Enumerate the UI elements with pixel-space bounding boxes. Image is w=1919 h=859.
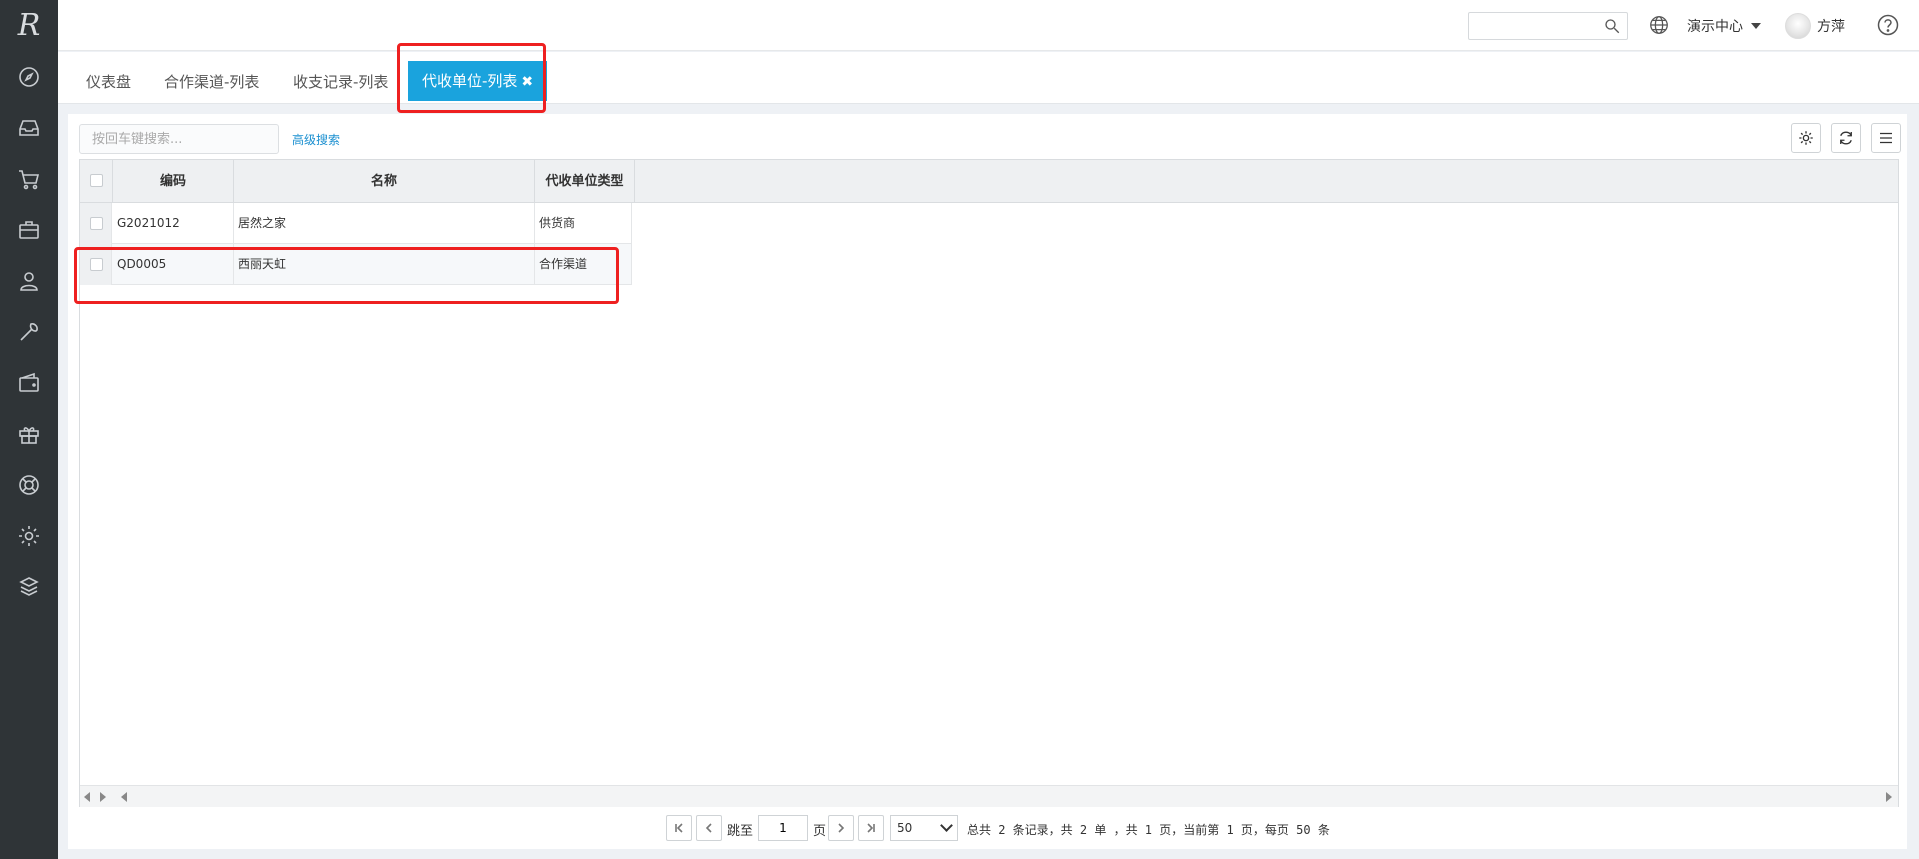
tabs-bar: 仪表盘 合作渠道-列表 收支记录-列表 代收单位-列表 ✖ bbox=[58, 52, 1919, 104]
grid-header: 编码 名称 代收单位类型 bbox=[80, 160, 1898, 203]
table-row[interactable]: G2021012 居然之家 供货商 bbox=[80, 203, 632, 244]
cell-type: 供货商 bbox=[535, 203, 632, 244]
column-header-type[interactable]: 代收单位类型 bbox=[535, 160, 635, 203]
avatar[interactable] bbox=[1785, 13, 1811, 39]
globe-icon[interactable] bbox=[1648, 14, 1670, 36]
tab-dashboard[interactable]: 仪表盘 bbox=[86, 62, 131, 102]
briefcase-icon[interactable] bbox=[14, 215, 44, 245]
prev-page-button[interactable] bbox=[696, 815, 722, 841]
search-icon[interactable] bbox=[1603, 17, 1621, 35]
chevron-right-icon bbox=[838, 823, 845, 833]
top-header: 演示中心 方萍 bbox=[58, 0, 1919, 51]
page-number-input[interactable] bbox=[758, 815, 808, 841]
chevron-left-icon bbox=[705, 823, 712, 833]
column-header-code[interactable]: 编码 bbox=[113, 160, 234, 203]
last-page-button[interactable] bbox=[858, 815, 884, 841]
menu-button[interactable] bbox=[1871, 123, 1901, 153]
help-icon[interactable] bbox=[1876, 13, 1900, 37]
pagination-summary: 总共 2 条记录，共 2 单 ，共 1 页，当前第 1 页，每页 50 条 bbox=[967, 823, 1330, 837]
wrench-icon[interactable] bbox=[14, 317, 44, 347]
lifebuoy-icon[interactable] bbox=[14, 470, 44, 500]
center-label: 演示中心 bbox=[1687, 19, 1743, 35]
row-checkbox-cell bbox=[80, 203, 112, 244]
scroll-right-icon[interactable] bbox=[1886, 792, 1892, 802]
gift-icon[interactable] bbox=[14, 419, 44, 449]
tab-partner-channels[interactable]: 合作渠道-列表 bbox=[164, 62, 259, 102]
cell-name: 居然之家 bbox=[234, 203, 535, 244]
highlight-box-row bbox=[74, 247, 619, 304]
last-page-icon bbox=[867, 823, 875, 833]
first-page-button[interactable] bbox=[666, 815, 692, 841]
page-size-select[interactable]: 50 bbox=[890, 815, 958, 841]
cell-code: G2021012 bbox=[113, 203, 234, 244]
chevron-down-icon bbox=[940, 819, 953, 832]
settings-button[interactable] bbox=[1791, 123, 1821, 153]
row-checkbox[interactable] bbox=[90, 217, 103, 230]
search-input[interactable] bbox=[79, 124, 279, 154]
gear-icon[interactable] bbox=[14, 521, 44, 551]
column-header-name[interactable]: 名称 bbox=[234, 160, 535, 203]
inbox-icon[interactable] bbox=[14, 113, 44, 143]
left-sidebar: R bbox=[0, 0, 58, 859]
refresh-icon bbox=[1840, 131, 1852, 145]
wallet-icon[interactable] bbox=[14, 368, 44, 398]
content-panel: 高级搜索 编码 名称 代收单位类型 G2021012 居然之家 供货商 bbox=[68, 114, 1907, 849]
menu-icon bbox=[1880, 132, 1892, 144]
global-search-input[interactable] bbox=[1468, 12, 1628, 40]
caret-down-icon bbox=[1751, 23, 1761, 29]
gear-icon bbox=[1799, 131, 1813, 145]
advanced-search-link[interactable]: 高级搜索 bbox=[292, 131, 340, 148]
app-logo[interactable]: R bbox=[0, 0, 58, 50]
page-unit-label: 页 bbox=[813, 824, 827, 839]
scroll-right-icon[interactable] bbox=[100, 792, 106, 802]
page-size-value: 50 bbox=[897, 821, 913, 835]
compass-icon[interactable] bbox=[14, 62, 44, 92]
refresh-button[interactable] bbox=[1831, 123, 1861, 153]
first-page-icon bbox=[675, 823, 683, 833]
center-dropdown[interactable]: 演示中心 bbox=[1687, 16, 1761, 36]
logo-text: R bbox=[17, 7, 41, 43]
scroll-left-icon[interactable] bbox=[121, 792, 127, 802]
horizontal-scrollbar[interactable] bbox=[80, 785, 1898, 807]
pagination: 跳至 页 50 总共 2 条记录，共 2 单 ，共 1 页，当前第 1 页，每页… bbox=[68, 814, 1907, 844]
goto-label: 跳至 bbox=[727, 824, 754, 839]
user-icon[interactable] bbox=[14, 266, 44, 296]
username[interactable]: 方萍 bbox=[1817, 16, 1845, 36]
highlight-box-tab bbox=[397, 43, 546, 113]
header-checkbox-cell bbox=[80, 160, 113, 203]
next-page-button[interactable] bbox=[828, 815, 854, 841]
cart-icon[interactable] bbox=[14, 164, 44, 194]
tab-income-expense[interactable]: 收支记录-列表 bbox=[293, 62, 388, 102]
scroll-left-icon[interactable] bbox=[84, 792, 90, 802]
select-all-checkbox[interactable] bbox=[90, 174, 103, 187]
box-stack-icon[interactable] bbox=[14, 572, 44, 602]
